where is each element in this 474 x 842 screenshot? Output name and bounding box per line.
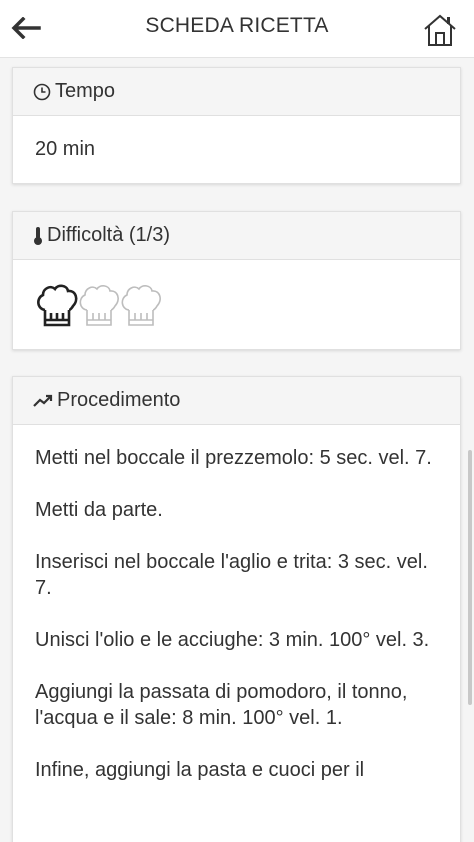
step-item: Inserisci nel boccale l'aglio e trita: 3…: [35, 551, 428, 599]
home-button[interactable]: [422, 12, 458, 48]
step-item: Unisci l'olio e le acciughe: 3 min. 100°…: [35, 629, 430, 651]
page-title: SCHEDA RICETTA: [145, 14, 329, 37]
procedimento-card: Procedimento Metti nel boccale il prezze…: [12, 376, 461, 842]
step-item: Aggiungi la passata di pomodoro, il tonn…: [35, 681, 408, 729]
procedimento-label: Procedimento: [57, 389, 181, 411]
difficolta-label: Difficoltà (1/3): [47, 224, 171, 246]
thermometer-icon: [33, 226, 43, 246]
home-icon: [424, 14, 456, 46]
clock-icon: [33, 83, 51, 101]
step-item: Metti nel boccale il prezzemolo: 5 sec. …: [35, 447, 432, 469]
tempo-label: Tempo: [55, 80, 116, 102]
chef-hat-filled-icon: [37, 284, 78, 327]
step-item: Metti da parte.: [35, 499, 163, 521]
chef-hat-empty-icon: [79, 285, 119, 326]
tempo-header: Tempo: [13, 68, 460, 116]
procedimento-header: Procedimento: [13, 377, 460, 425]
trend-icon: [33, 394, 53, 408]
difficulty-rating: [13, 260, 460, 330]
step-item: Infine, aggiungi la pasta e cuoci per il: [35, 759, 365, 781]
difficolta-card: Difficoltà (1/3): [12, 211, 461, 350]
app-header: SCHEDA RICETTA: [0, 0, 474, 58]
chef-hat-empty-icon: [121, 285, 161, 326]
scrollbar[interactable]: [468, 450, 472, 705]
steps-list: Metti nel boccale il prezzemolo: 5 sec. …: [13, 425, 460, 783]
difficolta-header: Difficoltà (1/3): [13, 212, 460, 260]
tempo-value: 20 min: [35, 138, 96, 160]
tempo-card: Tempo 20 min: [12, 67, 461, 184]
